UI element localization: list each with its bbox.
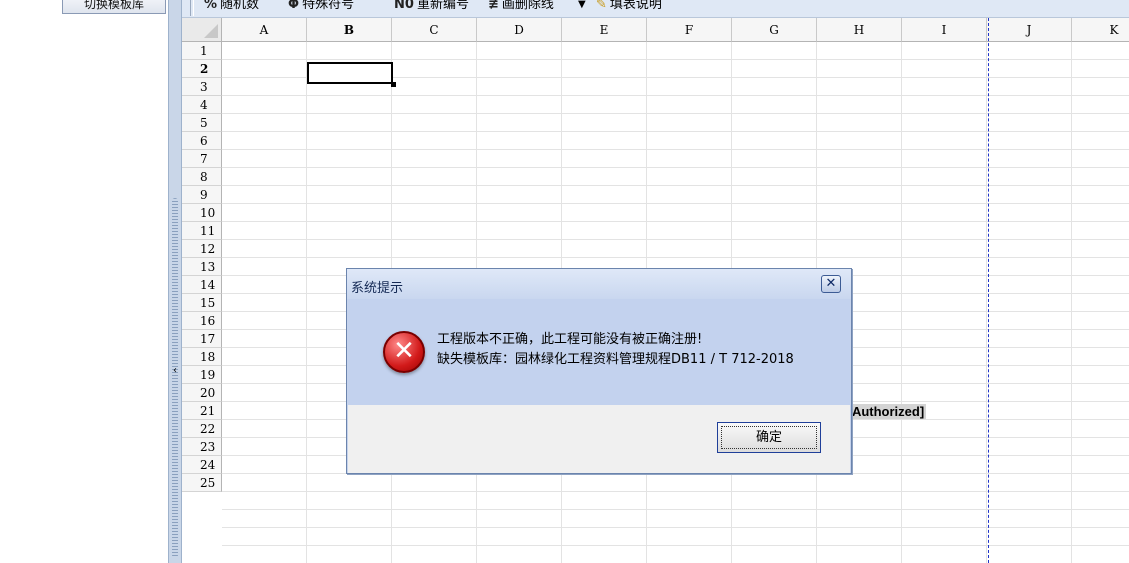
column-header-g[interactable]: G: [732, 18, 817, 42]
ok-button[interactable]: 确定: [717, 422, 821, 453]
row-header-11[interactable]: 11: [182, 222, 222, 240]
column-header-b[interactable]: B: [307, 18, 392, 42]
renumber-label: 重新编号: [416, 0, 469, 12]
error-icon: ✕: [383, 331, 425, 373]
background-cell-text: nAuthorized]: [842, 404, 927, 419]
message-line-2: 缺失模板库：园林绿化工程资料管理规程DB11 / T 712-2018: [437, 352, 794, 367]
strikethrough-icon: ≢: [488, 0, 499, 12]
column-header-k[interactable]: K: [1072, 18, 1129, 42]
dialog-message: 工程版本不正确，此工程可能没有被正确注册! 缺失模板库：园林绿化工程资料管理规程…: [437, 330, 794, 370]
close-button[interactable]: ✕: [821, 275, 841, 293]
renumber-button[interactable]: N0 重新编号: [394, 0, 469, 14]
row-header-4[interactable]: 4: [182, 96, 222, 114]
column-header-a[interactable]: A: [222, 18, 307, 42]
panel-splitter[interactable]: ‹: [168, 0, 182, 563]
fill-instructions-label: 填表说明: [609, 0, 662, 12]
random-number-button[interactable]: % 随机数: [204, 0, 259, 14]
row-header-5[interactable]: 5: [182, 114, 222, 132]
select-all-corner[interactable]: [182, 18, 222, 42]
switch-template-library-button[interactable]: 切换模板库: [62, 0, 166, 14]
row-header-17[interactable]: 17: [182, 330, 222, 348]
column-header-j[interactable]: J: [987, 18, 1072, 42]
strikethrough-label: 画删除线: [501, 0, 554, 12]
system-alert-dialog: 系统提示 ✕ ✕ 工程版本不正确，此工程可能没有被正确注册! 缺失模板库：园林绿…: [346, 268, 852, 474]
row-header-18[interactable]: 18: [182, 348, 222, 366]
splitter-grip[interactable]: [172, 198, 178, 558]
dialog-title: 系统提示: [351, 281, 404, 296]
column-header-f[interactable]: F: [647, 18, 732, 42]
strikethrough-dropdown[interactable]: ▼: [578, 0, 586, 14]
row-header-9[interactable]: 9: [182, 186, 222, 204]
row-header-6[interactable]: 6: [182, 132, 222, 150]
page-break-line: [988, 18, 989, 563]
random-number-label: 随机数: [220, 0, 260, 12]
row-header-25[interactable]: 25: [182, 474, 222, 492]
fill-instructions-button[interactable]: ✎ 填表说明: [596, 0, 662, 14]
ok-button-label: 确定: [721, 426, 817, 449]
row-header-14[interactable]: 14: [182, 276, 222, 294]
close-icon: ✕: [825, 276, 837, 291]
row-header-13[interactable]: 13: [182, 258, 222, 276]
edit-note-icon: ✎: [596, 0, 607, 12]
row-header-8[interactable]: 8: [182, 168, 222, 186]
row-header-16[interactable]: 16: [182, 312, 222, 330]
special-symbol-button[interactable]: Φ 特殊符号: [288, 0, 354, 14]
toolbar-separator: [190, 0, 194, 16]
row-header-12[interactable]: 12: [182, 240, 222, 258]
column-header-e[interactable]: E: [562, 18, 647, 42]
strikethrough-button[interactable]: ≢ 画删除线: [488, 0, 554, 14]
column-header-i[interactable]: I: [902, 18, 987, 42]
special-symbol-label: 特殊符号: [302, 0, 355, 12]
special-symbol-icon: Φ: [288, 0, 300, 12]
column-header-c[interactable]: C: [392, 18, 477, 42]
renumber-icon: N0: [394, 0, 414, 12]
row-header-10[interactable]: 10: [182, 204, 222, 222]
chevron-down-icon: ▼: [578, 0, 586, 10]
random-number-icon: %: [204, 0, 218, 12]
row-header-23[interactable]: 23: [182, 438, 222, 456]
message-line-1: 工程版本不正确，此工程可能没有被正确注册!: [437, 332, 703, 347]
active-cell-b2[interactable]: [307, 62, 396, 87]
row-header-2[interactable]: 2: [182, 60, 222, 78]
column-header-h[interactable]: H: [817, 18, 902, 42]
column-header-d[interactable]: D: [477, 18, 562, 42]
row-header-3[interactable]: 3: [182, 78, 222, 96]
dialog-footer: 确定: [348, 405, 850, 473]
collapse-left-icon[interactable]: ‹: [170, 364, 180, 378]
row-header-7[interactable]: 7: [182, 150, 222, 168]
row-header-19[interactable]: 19: [182, 366, 222, 384]
row-header-15[interactable]: 15: [182, 294, 222, 312]
row-header-21[interactable]: 21: [182, 402, 222, 420]
row-header-22[interactable]: 22: [182, 420, 222, 438]
row-header-1[interactable]: 1: [182, 42, 222, 60]
toolbar: % 随机数 Φ 特殊符号 N0 重新编号 ≢ 画删除线 ▼ ✎ 填表说明: [182, 0, 1129, 18]
dialog-titlebar[interactable]: 系统提示 ✕: [347, 269, 851, 299]
row-header-20[interactable]: 20: [182, 384, 222, 402]
row-header-24[interactable]: 24: [182, 456, 222, 474]
template-panel: 切换模板库: [0, 0, 168, 563]
